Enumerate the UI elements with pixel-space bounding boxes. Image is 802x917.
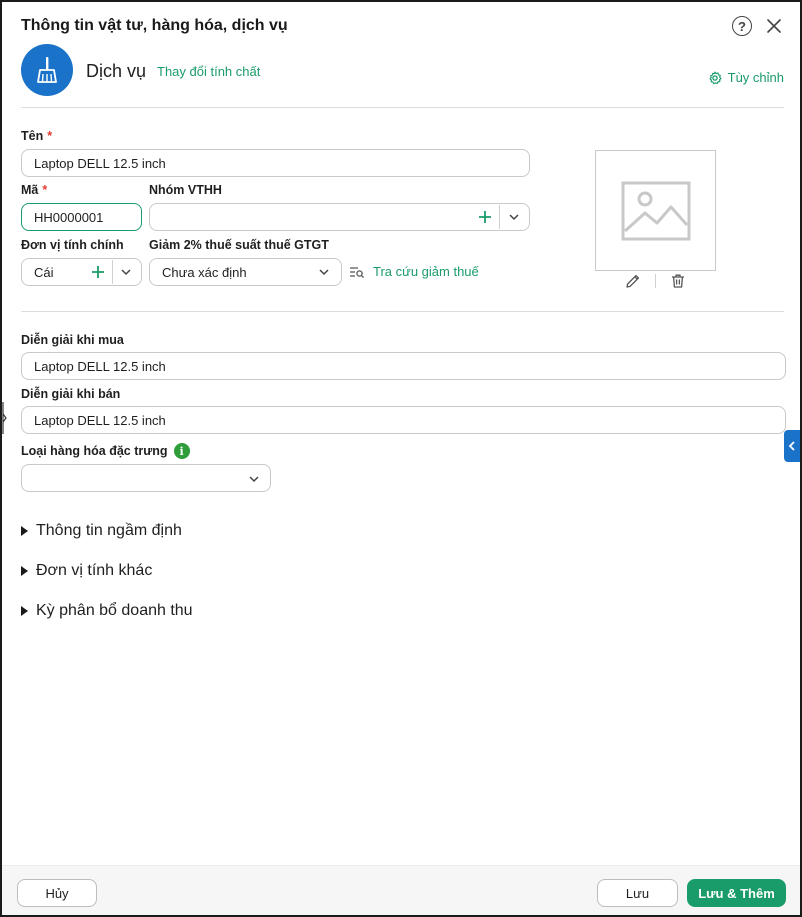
add-unit-icon[interactable]	[91, 265, 105, 279]
pencil-icon[interactable]	[625, 273, 641, 289]
group-separator	[499, 205, 500, 229]
chevron-down-icon[interactable]	[318, 266, 330, 278]
purchase-desc-label: Diễn giải khi mua	[21, 333, 124, 347]
vat-reduction-value: Chưa xác định	[162, 264, 247, 280]
chevron-down-icon[interactable]	[120, 266, 132, 278]
section-revenue-allocation[interactable]: Kỳ phân bổ doanh thu	[21, 602, 193, 620]
unit-value: Cái	[34, 264, 54, 280]
expand-triangle-icon	[21, 606, 28, 616]
form-divider	[21, 311, 784, 312]
dialog-footer: Hủy Lưu Lưu & Thêm	[2, 865, 800, 915]
vat-reduction-label: Giảm 2% thuế suất thuế GTGT	[149, 238, 329, 252]
image-icon	[621, 181, 690, 240]
broom-icon	[21, 44, 73, 96]
chevron-left-icon	[788, 441, 795, 451]
customize-label: Tùy chỉnh	[727, 70, 784, 85]
dialog-title: Thông tin vật tư, hàng hóa, dịch vụ	[21, 17, 288, 34]
item-info-dialog: Thông tin vật tư, hàng hóa, dịch vụ ? Dị…	[0, 0, 802, 917]
section-label: Đơn vị tính khác	[36, 562, 153, 579]
name-input[interactable]: Laptop DELL 12.5 inch	[21, 149, 530, 177]
tax-lookup-label: Tra cứu giảm thuế	[373, 264, 479, 279]
special-type-label: Loại hàng hóa đặc trưng i	[21, 443, 190, 459]
side-panel-toggle[interactable]	[784, 430, 800, 462]
unit-label: Đơn vị tính chính	[21, 238, 124, 252]
code-input[interactable]: HH0000001	[21, 203, 142, 231]
tax-lookup-link[interactable]: Tra cứu giảm thuế	[349, 264, 479, 279]
section-label: Kỳ phân bổ doanh thu	[36, 602, 193, 619]
item-type-label: Dịch vụ	[86, 61, 147, 81]
code-label: Mã *	[21, 183, 48, 197]
sale-desc-label: Diễn giải khi bán	[21, 387, 121, 401]
special-type-select[interactable]	[21, 464, 271, 492]
sale-desc-input[interactable]: Laptop DELL 12.5 inch	[21, 406, 786, 434]
cancel-button[interactable]: Hủy	[17, 879, 97, 907]
header-divider	[21, 107, 784, 108]
customize-button[interactable]: Tùy chỉnh	[708, 70, 784, 85]
section-default-info[interactable]: Thông tin ngầm định	[21, 522, 182, 540]
info-icon[interactable]: i	[173, 443, 190, 459]
group-select[interactable]	[149, 203, 530, 231]
expand-triangle-icon	[21, 566, 28, 576]
resize-handle[interactable]	[2, 400, 7, 436]
group-label: Nhóm VTHH	[149, 183, 222, 197]
gear-icon	[709, 70, 722, 84]
expand-triangle-icon	[21, 526, 28, 536]
unit-separator	[112, 260, 113, 284]
image-actions	[595, 273, 716, 289]
vat-reduction-select[interactable]: Chưa xác định	[149, 258, 342, 286]
name-label: Tên *	[21, 129, 53, 143]
change-type-link[interactable]: Thay đổi tính chất	[157, 64, 260, 79]
trash-icon[interactable]	[670, 273, 686, 289]
save-and-add-button[interactable]: Lưu & Thêm	[687, 879, 786, 907]
image-placeholder[interactable]	[595, 150, 716, 271]
save-button[interactable]: Lưu	[597, 879, 678, 907]
section-label: Thông tin ngầm định	[36, 522, 182, 539]
header-actions: ?	[732, 16, 784, 36]
chevron-down-icon[interactable]	[248, 473, 260, 485]
add-group-icon[interactable]	[478, 210, 492, 224]
chevron-down-icon[interactable]	[508, 211, 520, 223]
section-other-units[interactable]: Đơn vị tính khác	[21, 562, 152, 580]
purchase-desc-input[interactable]: Laptop DELL 12.5 inch	[21, 352, 786, 380]
close-icon[interactable]	[764, 16, 784, 36]
help-icon[interactable]: ?	[732, 16, 752, 36]
search-list-icon	[350, 266, 365, 278]
